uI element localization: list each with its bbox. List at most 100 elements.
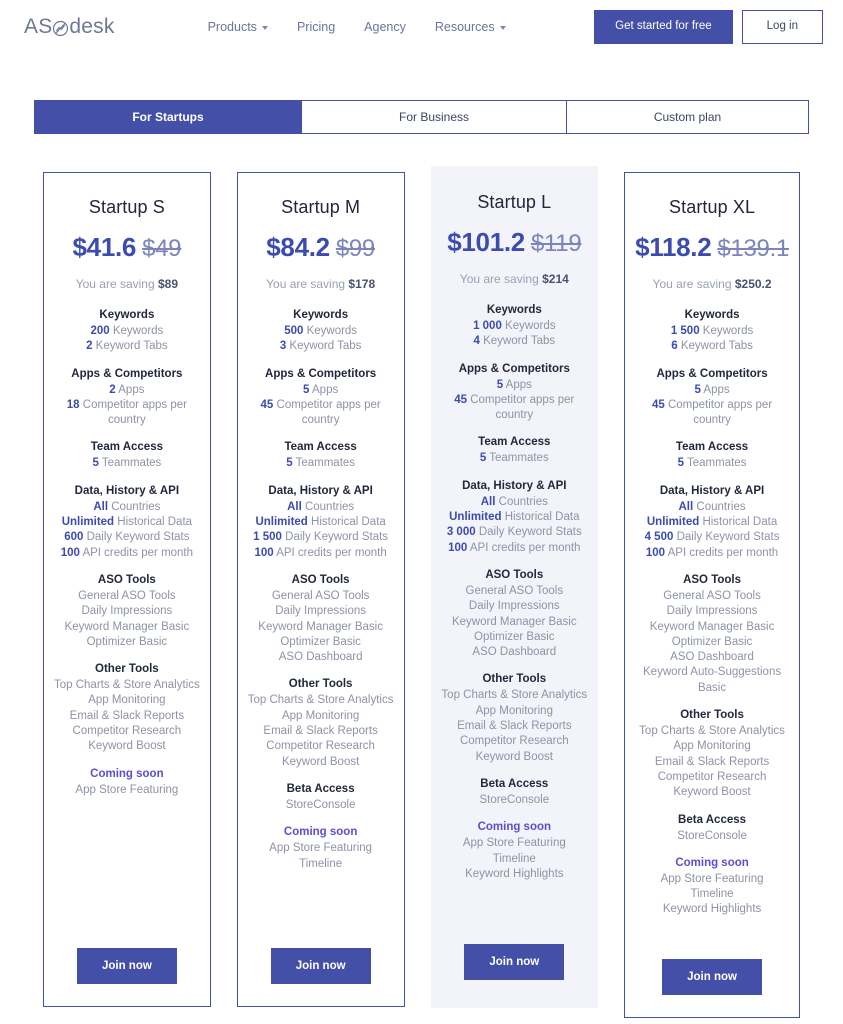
feature-group-title: Coming soon [90, 767, 164, 780]
feature-label: Email & Slack Reports [69, 709, 185, 722]
feature-item: Keyword Manager Basic [54, 620, 200, 635]
feature-group-title: Other Tools [680, 709, 744, 722]
price-original: $139.1 [717, 235, 789, 262]
feature-item: General ASO Tools [54, 589, 200, 604]
saving-amount: $250.2 [734, 277, 772, 291]
feature-group-title: Keywords [684, 309, 740, 321]
feature-group: Apps & Competitors 2 Apps 18 Competitor ap… [54, 368, 200, 429]
feature-item: App Monitoring [248, 709, 394, 724]
feature-group: Team Access 5 Teammates [441, 436, 589, 466]
saving-prefix: You are saving [75, 277, 158, 291]
feature-group: Beta Access StoreConsole [635, 814, 789, 844]
chevron-down-icon [261, 26, 268, 30]
nav-item-products[interactable]: Products [208, 20, 268, 34]
feature-item: Top Charts & Store Analytics [248, 693, 394, 708]
feature-label: Keyword Tabs [92, 340, 168, 353]
nav-item-pricing[interactable]: Pricing [297, 20, 335, 34]
feature-group-title: Coming soon [675, 856, 749, 869]
feature-item: 18 Competitor apps per country [54, 398, 200, 429]
plan-name: Startup XL [669, 197, 756, 217]
saving-text: You are saving $89 [76, 277, 178, 291]
feature-item: 5 Teammates [54, 456, 200, 471]
feature-item: Optimizer Basic [441, 630, 589, 645]
feature-label: Countries [301, 500, 355, 513]
feature-group-title: Data, History & API [462, 479, 567, 492]
log-in-button[interactable]: Log in [741, 10, 823, 44]
saving-amount: $178 [348, 277, 376, 291]
feature-item: 500 Keywords [248, 324, 394, 339]
feature-item: Competitor Research [441, 734, 589, 749]
feature-group: ASO Tools General ASO Tools Daily Impressi… [248, 574, 394, 665]
feature-label: App Store Featuring [75, 783, 179, 796]
saving-text: You are saving $214 [460, 272, 569, 286]
feature-item: StoreConsole [635, 829, 789, 844]
price-current: $41.6 [72, 232, 137, 262]
saving-prefix: You are saving [652, 277, 735, 291]
feature-item: General ASO Tools [248, 589, 394, 604]
feature-group-title: Apps & Competitors [265, 367, 377, 380]
feature-item: Top Charts & Store Analytics [54, 678, 200, 693]
feature-group: Other Tools Top Charts & Store Analytics A… [635, 709, 789, 800]
nav-item-agency[interactable]: Agency [364, 20, 406, 34]
feature-value: 200 [90, 325, 110, 337]
feature-value: Unlimited [646, 516, 700, 529]
join-now-button[interactable]: Join now [662, 958, 763, 995]
feature-group: Apps & Competitors 5 Apps 45 Competitor ap… [248, 368, 394, 429]
price-current: $118.2 [635, 232, 712, 262]
nav-item-resources[interactable]: Resources [435, 20, 506, 34]
join-now-button[interactable]: Join now [76, 948, 177, 984]
feature-label: API credits per month [273, 546, 387, 559]
feature-item: Daily Impressions [441, 599, 589, 614]
feature-value: 45 [260, 398, 274, 411]
feature-group-title: Apps & Competitors [656, 367, 768, 380]
feature-item: 45 Competitor apps per country [248, 398, 394, 429]
feature-label: General ASO Tools [465, 584, 564, 597]
feature-group: ASO Tools General ASO Tools Daily Impressi… [441, 569, 589, 660]
feature-group-title: Team Access [284, 441, 357, 454]
feature-item: 6 Keyword Tabs [635, 339, 789, 354]
price-row: $84.2 $99 [266, 232, 375, 263]
feature-item: 5 Teammates [635, 456, 789, 471]
feature-label: Apps [700, 383, 730, 396]
feature-item: Keyword Manager Basic [635, 620, 789, 635]
feature-label: Historical Data [307, 516, 386, 529]
tab-for-startups[interactable]: For Startups [35, 101, 302, 133]
feature-value: 1 000 [473, 320, 502, 332]
feature-label: API credits per month [79, 546, 194, 559]
join-now-button[interactable]: Join now [270, 948, 371, 984]
feature-label: Daily Keyword Stats [83, 531, 190, 544]
feature-group-title: Team Access [90, 441, 163, 454]
feature-item: 1 500 Daily Keyword Stats [248, 530, 394, 545]
feature-value: Unlimited [449, 511, 502, 524]
feature-value: 600 [64, 531, 84, 544]
feature-group: Team Access 5 Teammates [54, 441, 200, 471]
feature-group-title: Keywords [486, 304, 542, 316]
feature-item: Competitor Research [248, 739, 394, 754]
tab-for-business[interactable]: For Business [302, 101, 567, 133]
feature-item: 3 000 Daily Keyword Stats [441, 525, 589, 540]
feature-label: Teammates [98, 457, 162, 470]
pricing-card: Startup M $84.2 $99 You are saving $178 Keyw… [236, 172, 405, 1007]
feature-label: Keywords [699, 325, 754, 337]
chart-circle-icon [52, 20, 69, 37]
feature-value: 100 [254, 546, 274, 559]
feature-item: Timeline [248, 857, 394, 872]
feature-label: Keyword Boost [281, 755, 360, 768]
feature-item: Email & Slack Reports [54, 709, 200, 724]
feature-label: Historical Data [699, 516, 778, 529]
join-now-button[interactable]: Join now [464, 944, 565, 980]
feature-group: Other Tools Top Charts & Store Analytics A… [441, 673, 589, 764]
feature-label: Apps [503, 378, 532, 391]
feature-group-title: Apps & Competitors [71, 367, 183, 380]
feature-group-title: Data, History & API [268, 484, 373, 497]
feature-label: StoreConsole [677, 829, 747, 842]
asodesk-logo[interactable]: AS desk [24, 15, 115, 39]
get-started-button[interactable]: Get started for free [594, 10, 733, 44]
feature-label: Teammates [486, 452, 549, 465]
feature-label: Competitor apps per country [467, 393, 575, 422]
pricing-plans: Startup S $41.6 $49 You are saving $89 Keywo… [30, 166, 813, 1018]
feature-item: Email & Slack Reports [248, 724, 394, 739]
price-row: $41.6 $49 [73, 232, 182, 263]
feature-item: Daily Impressions [635, 604, 789, 619]
tab-custom-plan[interactable]: Custom plan [567, 101, 808, 133]
